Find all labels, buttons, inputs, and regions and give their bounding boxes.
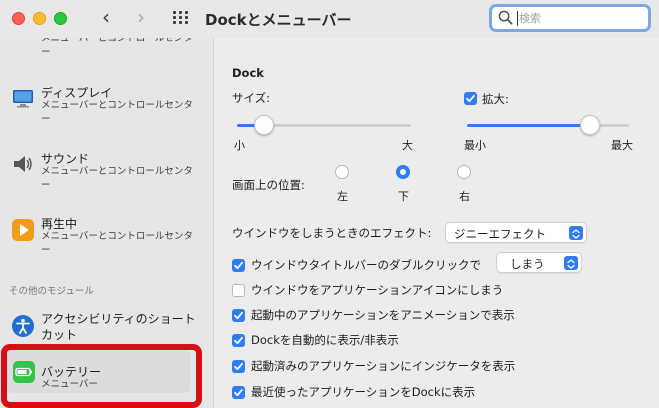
minimize-effect-label: ウインドウをしまうときのエフェクト: (232, 226, 432, 240)
double-click-checkbox[interactable] (232, 259, 245, 272)
zoom-window-button[interactable] (54, 12, 67, 25)
position-bottom-label: 下 (398, 190, 409, 203)
sidebar-item-display[interactable]: ディスプレイ メニューバーとコントロールセンター (0, 82, 213, 128)
position-bottom-radio[interactable] (396, 165, 410, 179)
sidebar-item-subtitle: メニューバーとコントロールセンター (41, 100, 193, 125)
display-icon (13, 90, 33, 108)
animate-opening-checkbox[interactable] (232, 309, 245, 322)
close-window-button[interactable] (12, 12, 25, 25)
checkmark-icon (234, 311, 243, 320)
option-label: Dockを自動的に表示/非表示 (251, 333, 399, 347)
play-icon (12, 219, 34, 241)
highlight-annotation-box (1, 344, 202, 408)
section-heading: Dock (232, 66, 264, 80)
minimize-effect-popup[interactable]: ジニーエフェクト (445, 222, 587, 243)
minimize-to-icon-checkbox[interactable] (232, 284, 245, 297)
accessibility-icon (12, 315, 34, 337)
magnify-checkbox[interactable] (464, 92, 477, 105)
checkmark-icon (466, 94, 475, 103)
show-recent-apps-checkbox[interactable] (232, 386, 245, 399)
sidebar-item-subtitle: メニューバーとコントロールセンター (41, 38, 193, 58)
autohide-dock-checkbox[interactable] (232, 334, 245, 347)
option-label: 起動済みのアプリケーションにインジケータを表示 (251, 359, 516, 373)
minimize-window-button[interactable] (33, 12, 46, 25)
sidebar-item-accessibility[interactable]: アクセシビリティのショートカット (0, 308, 213, 344)
position-label: 画面上の位置: (232, 178, 305, 192)
size-max-label: 大 (402, 139, 413, 152)
dock-settings-pane: Dock サイズ: 小 大 拡大: 最小 最大 画面上の位置: 左 下 右 ウイ… (215, 38, 659, 408)
speaker-icon (14, 156, 32, 172)
updown-chevron-icon (564, 256, 578, 270)
magnify-min-label: 最小 (464, 139, 486, 152)
sidebar-item-subtitle: メニューバーとコントロールセンター (41, 231, 193, 256)
sidebar-item-partial[interactable]: メニューバーとコントロールセンター (0, 38, 213, 62)
show-indicators-checkbox[interactable] (232, 360, 245, 373)
magnify-label: 拡大: (482, 92, 509, 106)
checkmark-icon (234, 336, 243, 345)
search-input[interactable] (519, 10, 639, 26)
sidebar-item-now-playing[interactable]: 再生中 メニューバーとコントロールセンター (0, 213, 213, 259)
forward-icon[interactable]: › (131, 7, 151, 28)
popup-value: しまう (510, 257, 545, 271)
sidebar[interactable]: メニューバーとコントロールセンター ディスプレイ メニューバーとコントロールセン… (0, 38, 214, 408)
size-slider-knob[interactable] (254, 115, 274, 135)
updown-chevron-icon (569, 226, 583, 240)
text-caret (517, 11, 518, 26)
position-right-label: 右 (459, 190, 470, 203)
search-icon (498, 10, 513, 25)
magnify-max-label: 最大 (611, 139, 633, 152)
position-left-radio[interactable] (335, 165, 349, 179)
option-label: 起動中のアプリケーションをアニメーションで表示 (251, 308, 515, 322)
checkmark-icon (234, 388, 243, 397)
sidebar-item-subtitle: メニューバーとコントロールセンター (41, 166, 193, 191)
sidebar-item-title: アクセシビリティのショートカット (41, 312, 196, 342)
popup-value: ジニーエフェクト (454, 227, 546, 241)
search-box[interactable] (489, 4, 651, 32)
title-bar: ‹ › Dockとメニューバー (0, 0, 659, 38)
window-title: Dockとメニューバー (205, 11, 352, 29)
sidebar-section-label: その他のモジュール (9, 286, 94, 297)
magnify-slider-knob[interactable] (580, 115, 600, 135)
double-click-label: ウインドウタイトルバーのダブルクリックで (251, 258, 481, 272)
sidebar-item-sound[interactable]: サウンド メニューバーとコントロールセンター (0, 148, 213, 194)
option-label: ウインドウをアプリケーションアイコンにしまう (251, 283, 504, 297)
size-label: サイズ: (232, 91, 271, 105)
show-all-grid-icon[interactable] (173, 11, 189, 25)
position-right-radio[interactable] (457, 165, 471, 179)
double-click-action-popup[interactable]: しまう (496, 252, 582, 273)
back-icon[interactable]: ‹ (96, 7, 116, 28)
position-left-label: 左 (337, 190, 348, 203)
magnify-slider-fill (467, 124, 589, 127)
checkmark-icon (234, 261, 243, 270)
size-min-label: 小 (234, 139, 245, 152)
checkmark-icon (234, 362, 243, 371)
option-label: 最近使ったアプリケーションをDockに表示 (251, 385, 476, 399)
